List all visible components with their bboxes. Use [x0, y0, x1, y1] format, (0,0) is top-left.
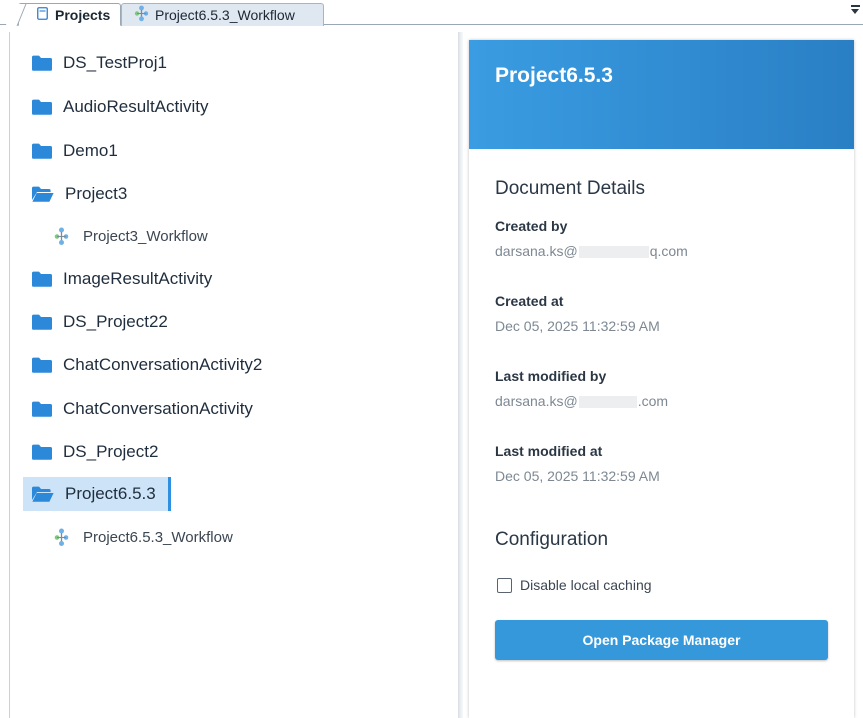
disable-caching-label[interactable]: Disable local caching [520, 577, 652, 593]
created-at-value: Dec 05, 2025 11:32:59 AM [495, 318, 660, 334]
disable-caching-row[interactable]: Disable local caching [497, 577, 652, 593]
tree-item-label: DS_TestProj1 [63, 53, 167, 72]
tree-item-label: Project6.5.3_Workflow [83, 528, 233, 546]
redaction-block [578, 246, 649, 259]
last-modified-by-suffix: .com [637, 393, 669, 409]
tab-strip: Projects Project6.5.3_Workflow [0, 0, 863, 28]
page-icon [37, 6, 48, 23]
tree-item-ds-testproj1[interactable]: DS_TestProj1 [23, 46, 457, 80]
tab-overflow-menu-icon[interactable] [850, 5, 860, 19]
tree-item-ds-project2[interactable]: DS_Project2 [23, 435, 457, 469]
project-tree: DS_TestProj1 AudioResultActivity Demo1 P… [9, 32, 457, 718]
open-package-manager-button[interactable]: Open Package Manager [495, 620, 828, 660]
last-modified-by-value: darsana.ks@ .com [495, 393, 668, 409]
folder-icon [32, 143, 52, 159]
folder-icon [32, 357, 52, 373]
tree-item-audioresultactivity[interactable]: AudioResultActivity [23, 90, 457, 124]
last-modified-by-prefix: darsana.ks@ [495, 393, 578, 409]
workflow-icon [54, 227, 69, 246]
last-modified-by-label: Last modified by [495, 368, 607, 384]
tab-workflow[interactable]: Project6.5.3_Workflow [121, 3, 324, 26]
folder-icon [32, 444, 52, 460]
created-by-label: Created by [495, 218, 568, 234]
workflow-icon [54, 528, 69, 547]
last-modified-at-value: Dec 05, 2025 11:32:59 AM [495, 468, 660, 484]
tab-projects[interactable]: Projects [5, 3, 121, 26]
folder-open-icon [32, 486, 54, 502]
tree-item-project6-5-3[interactable]: Project6.5.3 [23, 477, 171, 511]
tab-slant [5, 4, 27, 26]
redaction-block [578, 396, 637, 409]
tree-item-label: Project6.5.3 [65, 484, 156, 503]
tree-item-label: Project3 [65, 184, 128, 203]
tree-item-ds-project22[interactable]: DS_Project22 [23, 305, 457, 339]
folder-open-icon [32, 186, 54, 202]
tree-item-label: ChatConversationActivity2 [63, 355, 263, 374]
tree-item-project6-5-3-workflow[interactable]: Project6.5.3_Workflow [54, 520, 457, 554]
panel-splitter[interactable] [458, 32, 463, 718]
details-header: Project6.5.3 [469, 40, 854, 149]
details-panel: Project6.5.3 Document Details Created by… [469, 40, 854, 718]
tree-item-label: Project3_Workflow [83, 227, 208, 245]
folder-icon [32, 401, 52, 417]
tree-item-project3[interactable]: Project3 [23, 177, 457, 211]
tree-item-label: Demo1 [63, 141, 118, 160]
folder-icon [32, 99, 52, 115]
tree-item-label: DS_Project2 [63, 442, 159, 461]
workflow-icon [134, 5, 149, 25]
folder-icon [32, 55, 52, 71]
tree-item-label: ChatConversationActivity [63, 399, 253, 418]
created-at-label: Created at [495, 293, 564, 309]
disable-caching-checkbox[interactable] [497, 577, 512, 593]
created-by-prefix: darsana.ks@ [495, 243, 578, 259]
tree-item-label: DS_Project22 [63, 312, 168, 331]
tree-item-label: ImageResultActivity [63, 269, 213, 288]
tree-item-chatconversationactivity2[interactable]: ChatConversationActivity2 [23, 348, 457, 382]
last-modified-at-label: Last modified at [495, 443, 603, 459]
tree-item-demo1[interactable]: Demo1 [23, 134, 457, 168]
tree-item-chatconversationactivity[interactable]: ChatConversationActivity [23, 392, 457, 426]
folder-icon [32, 314, 52, 330]
tab-projects-label: Projects [55, 6, 111, 23]
tree-item-imageresultactivity[interactable]: ImageResultActivity [23, 262, 457, 296]
tab-workflow-label: Project6.5.3_Workflow [155, 7, 295, 23]
tree-item-label: AudioResultActivity [63, 97, 209, 116]
tree-item-project3-workflow[interactable]: Project3_Workflow [54, 219, 457, 253]
folder-icon [32, 271, 52, 287]
created-by-suffix: q.com [649, 243, 688, 259]
created-by-value: darsana.ks@ q.com [495, 243, 688, 259]
details-title: Project6.5.3 [495, 64, 613, 87]
configuration-heading: Configuration [495, 529, 609, 550]
document-details-heading: Document Details [495, 178, 645, 199]
